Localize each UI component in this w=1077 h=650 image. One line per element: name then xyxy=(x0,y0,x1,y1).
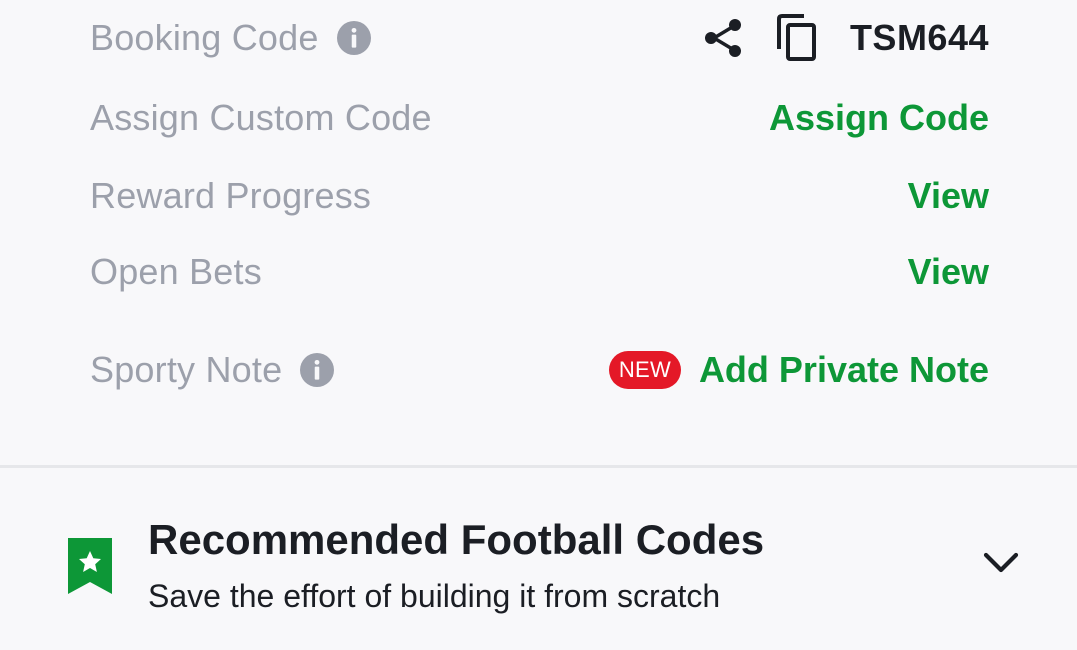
sporty-note-row: Sporty Note NEW Add Private Note xyxy=(90,340,989,400)
info-icon[interactable] xyxy=(336,21,371,55)
info-icon[interactable] xyxy=(300,353,335,387)
booking-code-actions: TSM644 xyxy=(702,13,989,63)
sporty-note-label-group: Sporty Note xyxy=(90,349,335,391)
copy-icon[interactable] xyxy=(774,13,820,63)
chevron-down-icon[interactable] xyxy=(982,550,1020,576)
recommended-title: Recommended Football Codes xyxy=(148,516,765,563)
booking-code-label: Booking Code xyxy=(90,17,319,58)
recommended-codes-section[interactable]: Recommended Football Codes Save the effo… xyxy=(0,468,1077,650)
add-private-note-link[interactable]: Add Private Note xyxy=(699,349,989,391)
bookmark-star-icon xyxy=(66,536,114,596)
assign-code-link[interactable]: Assign Code xyxy=(769,97,989,139)
booking-code-label-group: Booking Code xyxy=(90,17,371,59)
assign-custom-code-label: Assign Custom Code xyxy=(90,97,432,138)
share-icon[interactable] xyxy=(702,16,746,60)
booking-code-row: Booking Code TSM644 xyxy=(90,8,989,68)
assign-custom-code-row: Assign Custom Code Assign Code xyxy=(90,88,989,148)
open-bets-row: Open Bets View xyxy=(90,242,989,302)
recommended-subtitle: Save the effort of building it from scra… xyxy=(148,578,721,614)
reward-progress-row: Reward Progress View xyxy=(90,166,989,226)
reward-progress-view-link[interactable]: View xyxy=(908,175,989,217)
open-bets-view-link[interactable]: View xyxy=(908,251,989,293)
sporty-note-actions: NEW Add Private Note xyxy=(608,349,989,391)
reward-progress-label: Reward Progress xyxy=(90,175,372,216)
booking-code-value: TSM644 xyxy=(849,17,989,58)
open-bets-label: Open Bets xyxy=(90,251,262,292)
new-badge: NEW xyxy=(608,351,681,389)
sporty-note-label: Sporty Note xyxy=(90,349,283,390)
